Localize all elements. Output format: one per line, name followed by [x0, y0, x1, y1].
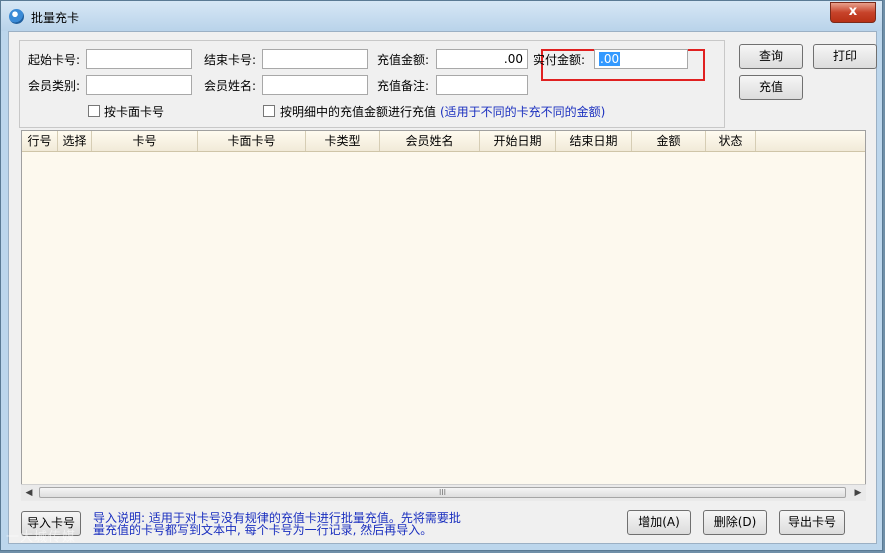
import-note: 导入说明: 适用于对卡号没有规律的充值卡进行批量充值。先将需要批 量充值的卡号都… [93, 512, 473, 536]
filter-panel: 起始卡号: 结束卡号: 充值金额: .00 实付金额: .00 会员类别: 会员… [19, 40, 725, 128]
client-area: 起始卡号: 结束卡号: 充值金额: .00 实付金额: .00 会员类别: 会员… [8, 31, 877, 544]
end-card-label: 结束卡号: [204, 53, 257, 67]
scroll-thumb[interactable]: III [39, 487, 846, 498]
column-header[interactable]: 卡类型 [306, 131, 380, 151]
delete-button[interactable]: 删除(D) [703, 510, 767, 535]
close-button[interactable]: x [830, 2, 876, 23]
member-name-input[interactable] [262, 75, 368, 95]
column-header[interactable]: 状态 [706, 131, 756, 151]
end-card-input[interactable] [262, 49, 368, 69]
column-header[interactable]: 开始日期 [480, 131, 556, 151]
card-table[interactable]: 行号 选择 卡号 卡面卡号 卡类型 会员姓名 开始日期 结束日期 金额 状态 [21, 130, 866, 500]
column-header[interactable]: 选择 [58, 131, 92, 151]
paid-amount-selected-text: .00 [599, 52, 621, 66]
recharge-note-input[interactable] [436, 75, 528, 95]
by-face-card-checkbox[interactable] [88, 105, 100, 117]
by-detail-amount-hint: (适用于不同的卡充不同的金额) [440, 105, 606, 119]
paid-amount-label: 实付金额: [533, 53, 586, 67]
member-type-label: 会员类别: [28, 79, 81, 93]
title-bar[interactable]: 批量充卡 x [1, 1, 882, 31]
column-header[interactable]: 行号 [22, 131, 58, 151]
scroll-right-icon[interactable]: ▶ [850, 485, 866, 501]
watermark-text: 一大城传媒 [6, 530, 77, 545]
column-header[interactable]: 卡号 [92, 131, 198, 151]
export-card-button[interactable]: 导出卡号 [779, 510, 845, 535]
column-header[interactable]: 卡面卡号 [198, 131, 306, 151]
start-card-label: 起始卡号: [28, 53, 81, 67]
window-title: 批量充卡 [31, 11, 80, 25]
scroll-left-icon[interactable]: ◀ [21, 485, 37, 501]
table-header: 行号 选择 卡号 卡面卡号 卡类型 会员姓名 开始日期 结束日期 金额 状态 [22, 131, 865, 152]
add-button[interactable]: 增加(A) [627, 510, 691, 535]
recharge-button[interactable]: 充值 [739, 75, 803, 100]
column-header[interactable]: 结束日期 [556, 131, 632, 151]
batch-recharge-window: 批量充卡 x 起始卡号: 结束卡号: 充值金额: .00 实付金额: .00 会… [0, 0, 883, 551]
query-button[interactable]: 查询 [739, 44, 803, 69]
start-card-input[interactable] [86, 49, 192, 69]
recharge-amount-input[interactable]: .00 [436, 49, 528, 69]
app-icon [9, 9, 24, 24]
by-detail-amount-label[interactable]: 按明细中的充值金额进行充值 [280, 103, 436, 120]
horizontal-scrollbar[interactable]: ◀ III ▶ [21, 484, 866, 501]
recharge-amount-label: 充值金额: [377, 53, 430, 67]
print-button[interactable]: 打印 [813, 44, 877, 69]
member-type-input[interactable] [86, 75, 192, 95]
import-note-line2: 量充值的卡号都写到文本中, 每个卡号为一行记录, 然后再导入。 [93, 523, 433, 537]
recharge-note-label: 充值备注: [377, 79, 430, 93]
by-face-card-label[interactable]: 按卡面卡号 [104, 103, 164, 120]
by-detail-amount-checkbox[interactable] [263, 105, 275, 117]
member-name-label: 会员姓名: [204, 79, 257, 93]
paid-amount-input[interactable]: .00 [594, 49, 688, 69]
column-header[interactable]: 会员姓名 [380, 131, 480, 151]
column-header[interactable]: 金额 [632, 131, 706, 151]
